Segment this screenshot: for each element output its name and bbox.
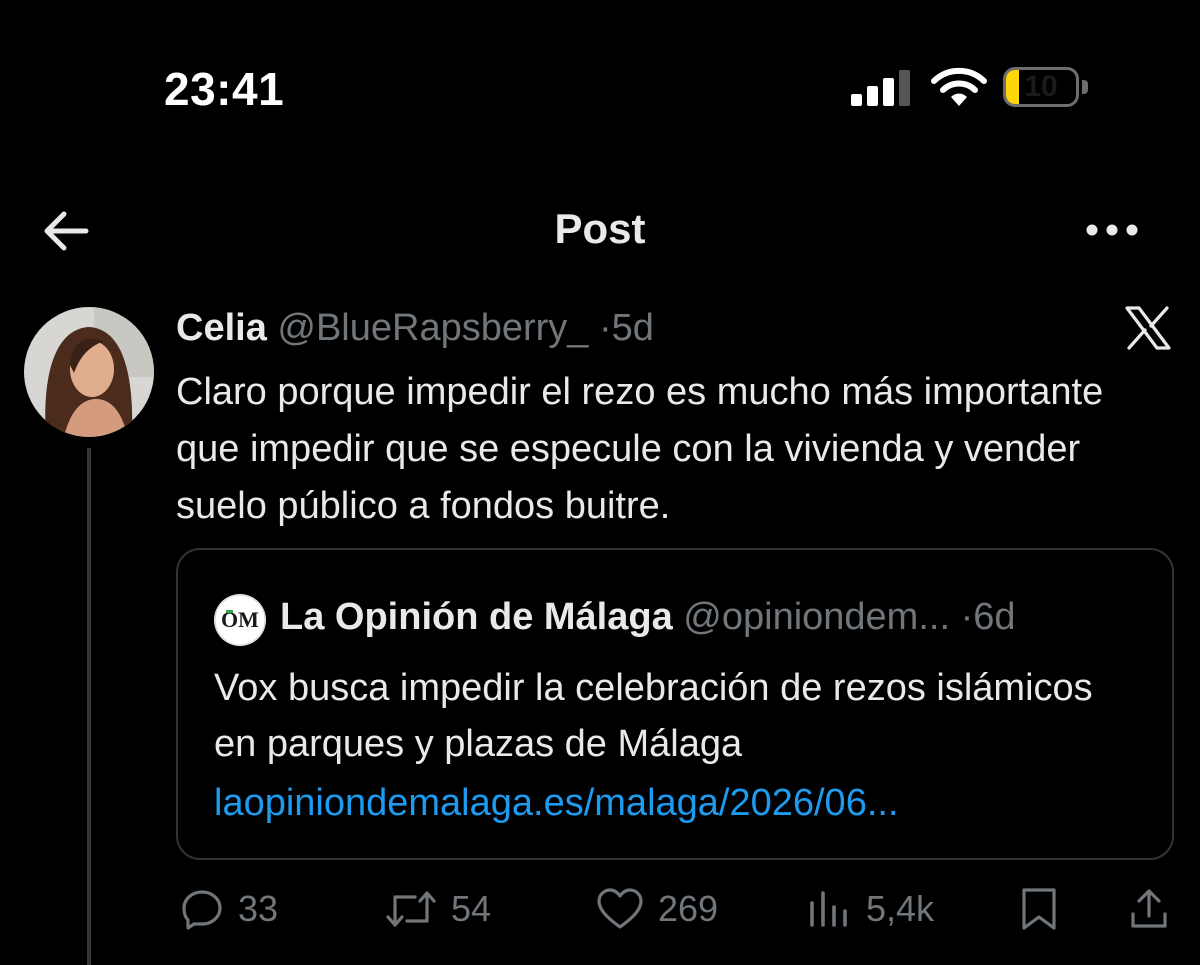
quote-dot-separator: ·	[960, 596, 974, 638]
author-handle[interactable]: @BlueRapsberry_	[277, 307, 588, 349]
view-count: 5,4k	[866, 888, 935, 929]
heart-icon	[597, 888, 643, 929]
author-name[interactable]: Celia	[176, 307, 267, 349]
quote-link[interactable]: laopiniondemalaga.es/malaga/2026/06...	[214, 775, 899, 831]
quote-text: Vox busca impedir la celebración de rezo…	[214, 667, 1093, 765]
share-icon	[1131, 889, 1167, 928]
battery-cap	[1082, 80, 1088, 94]
status-time: 23:41	[164, 63, 285, 115]
bookmark-icon	[1022, 888, 1056, 930]
battery-icon: 10	[1003, 67, 1079, 107]
page-title: Post	[554, 205, 646, 252]
x-logo-icon	[1125, 306, 1171, 350]
more-horizontal-icon[interactable]	[1084, 212, 1140, 248]
quote-author-handle[interactable]: @opiniondem...	[683, 596, 950, 638]
reply-icon	[182, 890, 222, 930]
reply-button[interactable]: 33	[180, 884, 278, 934]
bookmark-button[interactable]	[1018, 884, 1060, 934]
like-button[interactable]: 269	[596, 884, 718, 934]
cellular-signal-icon	[851, 70, 911, 106]
post-age[interactable]: 5d	[612, 307, 654, 349]
post-text: Claro porque impedir el rezo es mucho má…	[176, 371, 1104, 527]
dot-separator: ·	[599, 307, 612, 349]
analytics-icon	[810, 891, 847, 927]
repost-button[interactable]: 54	[385, 884, 491, 934]
avatar[interactable]	[24, 307, 154, 437]
repost-icon	[386, 891, 436, 927]
quote-age[interactable]: 6d	[973, 596, 1015, 638]
share-button[interactable]	[1128, 884, 1170, 934]
repost-count: 54	[451, 888, 492, 929]
wifi-icon	[931, 67, 987, 106]
quote-header: La Opinión de Málaga @opiniondem... ·6d	[280, 594, 1016, 640]
quote-author-name[interactable]: La Opinión de Málaga	[280, 596, 673, 638]
battery-level: 10	[1024, 70, 1058, 103]
thread-line	[87, 448, 91, 965]
reply-count: 33	[238, 888, 279, 929]
views-button[interactable]: 5,4k	[806, 884, 934, 934]
like-count: 269	[658, 888, 719, 929]
publisher-logo-icon: OM	[214, 594, 266, 646]
post-header: Celia @BlueRapsberry_ ·5d	[176, 306, 654, 350]
